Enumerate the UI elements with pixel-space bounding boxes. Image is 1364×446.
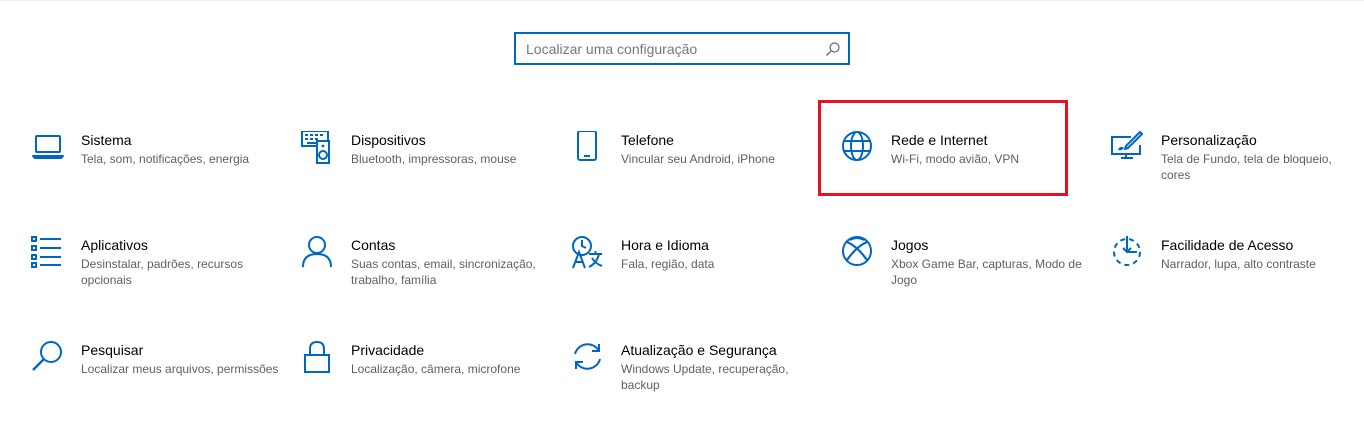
tile-atualizacao-e-seguranca[interactable]: Atualização e Segurança Windows Update, … — [571, 341, 821, 421]
tile-jogos[interactable]: Jogos Xbox Game Bar, capturas, Modo de J… — [841, 236, 1091, 316]
tile-description: Bluetooth, impressoras, mouse — [351, 152, 517, 166]
tile-title: Telefone — [621, 132, 674, 148]
person-icon — [301, 236, 335, 270]
lock-icon — [301, 341, 335, 375]
tile-dispositivos[interactable]: Dispositivos Bluetooth, impressoras, mou… — [301, 131, 551, 211]
personalization-icon — [1111, 131, 1145, 165]
tile-description: Fala, região, data — [621, 257, 715, 271]
tile-description: Tela de Fundo, tela de bloqueio, cores — [1161, 152, 1332, 182]
tile-description: Narrador, lupa, alto contraste — [1161, 257, 1316, 271]
tile-description: Windows Update, recuperação, backup — [621, 362, 789, 392]
tile-facilidade-de-acesso[interactable]: Facilidade de Acesso Narrador, lupa, alt… — [1111, 236, 1361, 316]
search-icon[interactable] — [825, 41, 841, 57]
tile-hora-e-idioma[interactable]: Hora e Idioma Fala, região, data — [571, 236, 821, 316]
tile-pesquisar[interactable]: Pesquisar Localizar meus arquivos, permi… — [31, 341, 281, 421]
devices-icon — [301, 131, 335, 165]
tile-description: Desinstalar, padrões, recursos opcionais — [81, 257, 244, 287]
tile-telefone[interactable]: Telefone Vincular seu Android, iPhone — [571, 131, 821, 211]
laptop-icon — [31, 131, 65, 165]
tile-title: Contas — [351, 237, 396, 253]
xbox-icon — [841, 236, 875, 270]
search-box[interactable] — [514, 32, 850, 65]
top-divider — [0, 0, 1364, 1]
tile-description: Vincular seu Android, iPhone — [621, 152, 775, 166]
tile-sistema[interactable]: Sistema Tela, som, notificações, energia — [31, 131, 281, 211]
tile-title: Facilidade de Acesso — [1161, 237, 1294, 253]
time-language-icon — [571, 236, 605, 270]
tile-title: Rede e Internet — [891, 132, 988, 148]
tile-title: Hora e Idioma — [621, 237, 709, 253]
tile-contas[interactable]: Contas Suas contas, email, sincronização… — [301, 236, 551, 316]
settings-home: Sistema Tela, som, notificações, energia… — [0, 0, 1364, 446]
tile-title: Aplicativos — [81, 237, 148, 253]
tile-privacidade[interactable]: Privacidade Localização, câmera, microfo… — [301, 341, 551, 421]
tile-rede-e-internet[interactable]: Rede e Internet Wi-Fi, modo avião, VPN — [841, 131, 1091, 211]
tile-title: Dispositivos — [351, 132, 426, 148]
tile-title: Privacidade — [351, 342, 425, 358]
tile-title: Sistema — [81, 132, 132, 148]
tile-description: Localizar meus arquivos, permissões — [81, 362, 279, 376]
sync-icon — [571, 341, 605, 375]
tile-title: Personalização — [1161, 132, 1257, 148]
phone-icon — [571, 131, 605, 165]
tile-description: Xbox Game Bar, capturas, Modo de Jogo — [891, 257, 1082, 287]
search-input[interactable] — [516, 34, 826, 63]
tile-title: Pesquisar — [81, 342, 144, 358]
tile-description: Tela, som, notificações, energia — [81, 152, 250, 166]
tile-description: Wi-Fi, modo avião, VPN — [891, 152, 1020, 166]
apps-list-icon — [31, 236, 65, 270]
ease-of-access-icon — [1111, 236, 1145, 270]
tile-aplicativos[interactable]: Aplicativos Desinstalar, padrões, recurs… — [31, 236, 281, 316]
search-magnifier-icon — [31, 341, 65, 375]
tile-title: Jogos — [891, 237, 929, 253]
tile-personalizacao[interactable]: Personalização Tela de Fundo, tela de bl… — [1111, 131, 1361, 211]
tile-description: Suas contas, email, sincronização, traba… — [351, 257, 536, 287]
globe-icon — [841, 131, 875, 165]
tile-description: Localização, câmera, microfone — [351, 362, 521, 376]
tile-title: Atualização e Segurança — [621, 342, 777, 358]
